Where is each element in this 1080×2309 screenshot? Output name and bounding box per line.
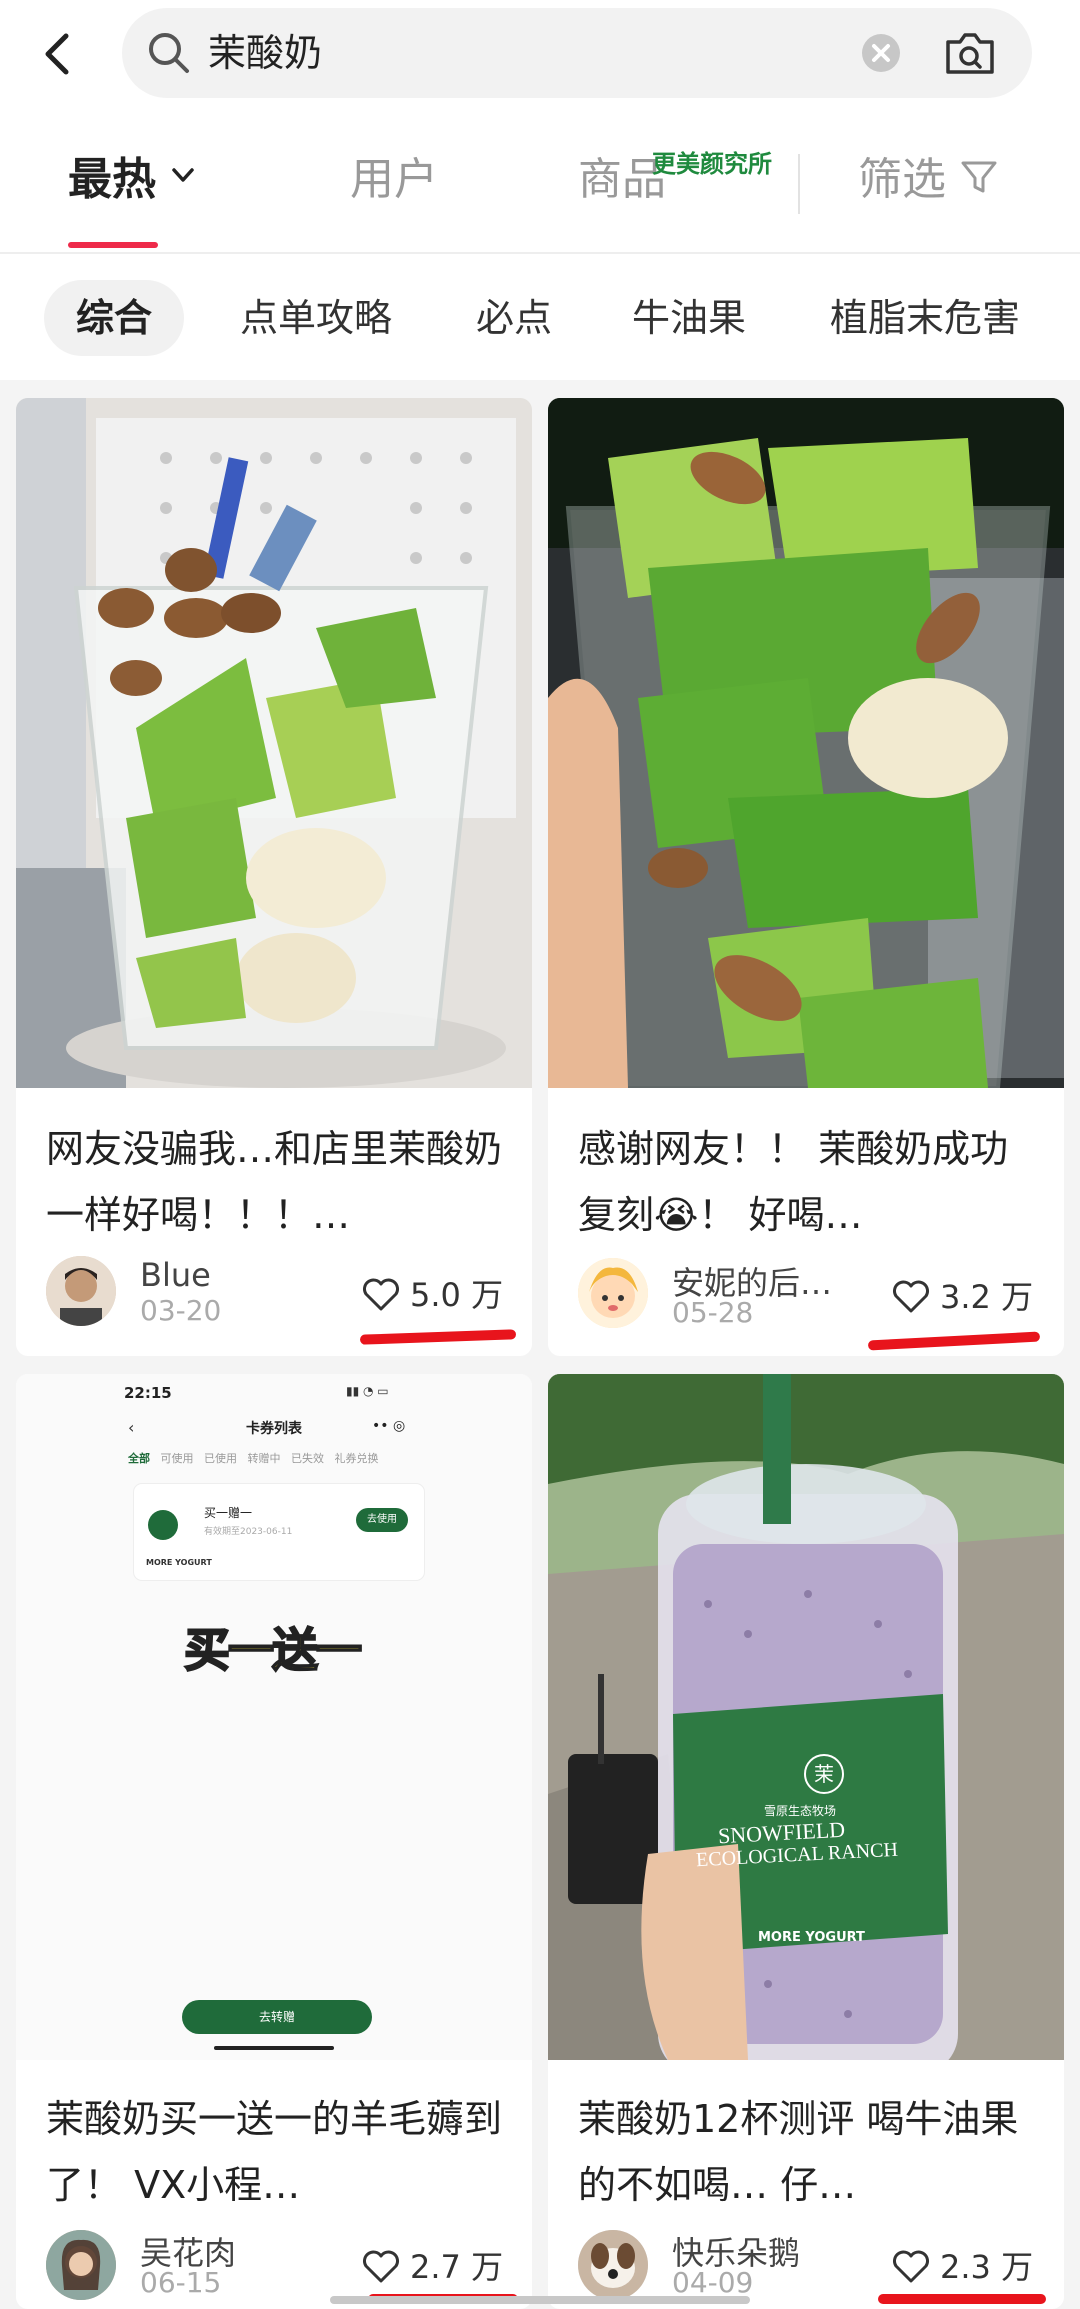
note-card[interactable]: 22:15 ▮▮ ◔ ▭ ‹ 卡券列表 •• ◎ 全部 可使用 已使用 转赠中 … [16,1374,532,2309]
phone-status-icons: ▮▮ ◔ ▭ [346,1384,389,1398]
tab-filter[interactable]: 筛选 [858,152,1000,208]
note-cover-image [548,398,1064,1088]
like-count: 3.2 万 [940,1278,1034,1316]
post-date: 06-15 [140,2266,222,2299]
phone-page-title: 卡券列表 [246,1421,302,1437]
chevron-down-icon [172,168,194,182]
tab-divider [798,154,800,214]
note-cover-image [16,398,532,1088]
search-icon [149,33,189,73]
tab-filter-label: 筛选 [858,154,946,205]
chip-creamer-harm[interactable]: 植脂末危害 [798,280,1052,356]
tab-hot[interactable]: 最热 [68,152,196,208]
cup-logo: 茉 [804,1754,844,1794]
note-title[interactable]: 茉酸奶12杯测评 喝牛油果的不如喝… 仔… [578,2086,1040,2218]
cup-text-line1: 雪原生态牧场 [764,1804,837,1818]
like-button[interactable]: 3.2 万 [892,1272,1033,1318]
like-button[interactable]: 2.3 万 [892,2242,1033,2288]
note-cover-image: 22:15 ▮▮ ◔ ▭ ‹ 卡券列表 •• ◎ 全部 可使用 已使用 转赠中 … [16,1374,532,2060]
avatar[interactable] [46,1256,116,1326]
topic-chips: 综合 点单攻略 必点 牛油果 植脂末危害 [0,254,1080,380]
phone-home-indicator [214,2046,334,2050]
like-count: 2.3 万 [940,2248,1034,2286]
watermark-text: 更美颜究所 [652,150,772,178]
heart-icon [893,2250,929,2283]
like-count: 5.0 万 [410,1276,504,1314]
camera-search-icon[interactable] [942,28,998,78]
author-name[interactable]: Blue [140,1256,211,1294]
phone-more-icon: •• ◎ [372,1418,406,1434]
home-indicator [330,2296,750,2304]
active-tab-indicator [68,242,158,248]
promo-overlay-text: 买一送一 [183,1622,363,1678]
red-underline-mark [359,1329,517,1345]
chevron-left-icon [45,33,69,75]
phone-coupon-card: 买一赠一 有效期至2023-06-11 去使用 MORE YOGURT [134,1484,424,1580]
chip-order-guide[interactable]: 点单攻略 [208,280,424,356]
chip-avocado[interactable]: 牛油果 [600,280,778,356]
chip-all[interactable]: 综合 [44,280,185,356]
note-title[interactable]: 网友没骗我…和店里茉酸奶一样好喝！！！… [46,1116,508,1248]
search-box[interactable]: 茉酸奶 [122,8,1032,98]
filter-icon [961,161,997,193]
like-button[interactable]: 5.0 万 [362,1270,503,1316]
cup-text-line4: MORE YOGURT [758,1930,865,1945]
phone-transfer-button: 去转赠 [182,2000,372,2034]
heart-icon [893,1280,929,1313]
note-title[interactable]: 感谢网友！！ 茉酸奶成功复刻😭！ 好喝… [578,1116,1040,1248]
avatar[interactable] [578,1258,648,1328]
heart-icon [363,2250,399,2283]
phone-back-icon: ‹ [128,1418,135,1437]
red-underline-mark [867,1331,1041,1351]
avatar[interactable] [46,2230,116,2300]
heart-icon [363,1278,399,1311]
post-date: 04-09 [672,2266,754,2299]
tab-users[interactable]: 用户 [350,152,438,208]
note-cover-image: 茉 雪原生态牧场 SNOWFIELD ECOLOGICAL RANCH MORE… [548,1374,1064,2060]
note-card[interactable]: 茉 雪原生态牧场 SNOWFIELD ECOLOGICAL RANCH MORE… [548,1374,1064,2309]
phone-status-time: 22:15 [124,1384,172,1402]
top-bar: 茉酸奶 [0,0,1080,110]
red-underline-mark [878,2294,1046,2304]
sort-tabs: 最热 用户 商品 更美颜究所 筛选 [0,110,1080,254]
phone-coupon-tabs: 全部 可使用 已使用 转赠中 已失效 礼券兑换 [128,1452,379,1465]
avatar[interactable] [578,2230,648,2300]
note-card[interactable]: 感谢网友！！ 茉酸奶成功复刻😭！ 好喝… 安妮的后… 05-28 3.2 万 [548,398,1064,1356]
back-button[interactable] [28,24,88,84]
tab-hot-label: 最热 [68,154,156,205]
chip-must-order[interactable]: 必点 [444,280,584,356]
search-input[interactable]: 茉酸奶 [208,26,322,80]
note-title[interactable]: 茉酸奶买一送一的羊毛薅到了！ VX小程… [46,2086,508,2218]
note-card[interactable]: 网友没骗我…和店里茉酸奶一样好喝！！！… Blue 03-20 5.0 万 [16,398,532,1356]
like-count: 2.7 万 [410,2248,504,2286]
like-button[interactable]: 2.7 万 [362,2242,503,2288]
post-date: 05-28 [672,1296,754,1329]
post-date: 03-20 [140,1294,222,1327]
clear-icon[interactable] [862,34,900,72]
